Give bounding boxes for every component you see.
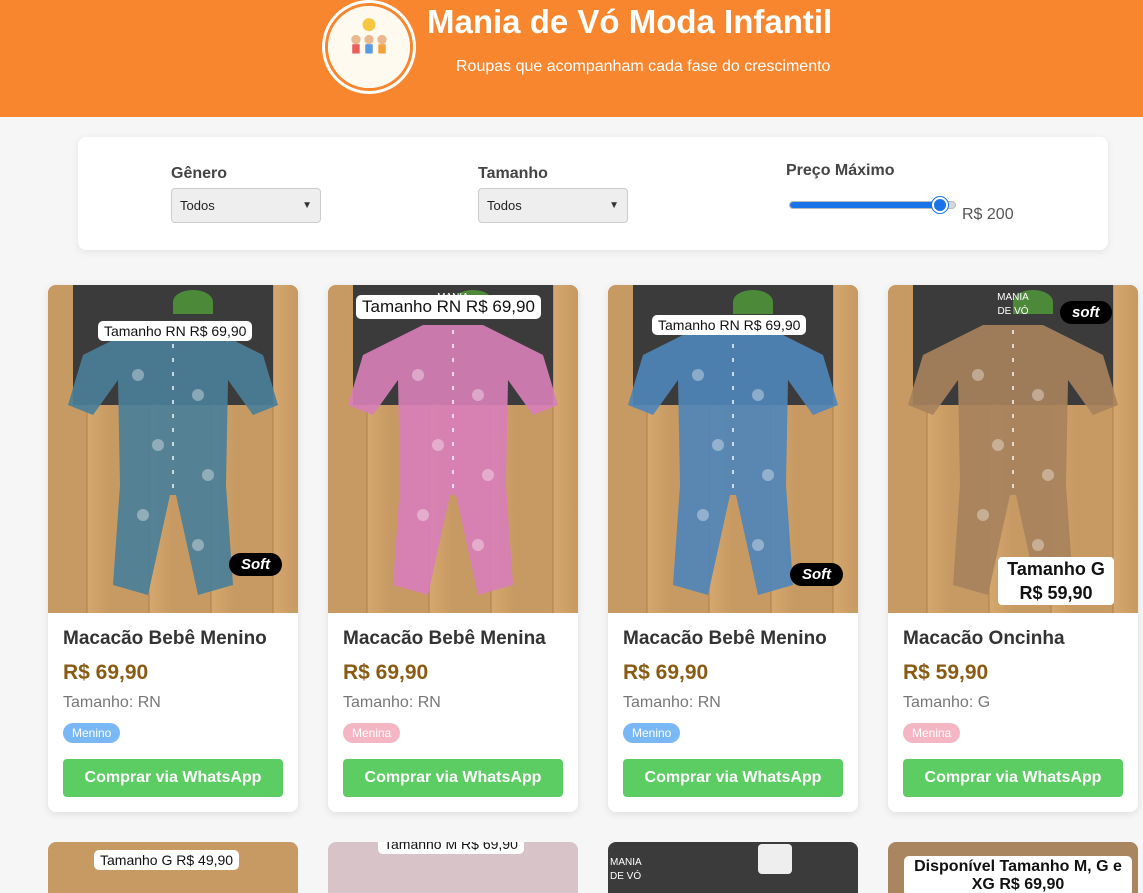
gender-select[interactable]: Todos ▼ xyxy=(171,188,321,223)
photo-soft-tag: Soft xyxy=(790,563,844,586)
size-filter-label: Tamanho xyxy=(478,165,548,182)
photo-soft-tag: Soft xyxy=(229,553,283,576)
site-subtitle: Roupas que acompanham cada fase do cresc… xyxy=(456,58,831,75)
product-image[interactable]: MANIA VÓTamanho RN R$ 69,90 xyxy=(328,285,578,613)
filters-panel: Gênero Todos ▼ Tamanho Todos ▼ Preço Máx… xyxy=(78,137,1108,250)
product-title: Macacão Bebê Menino xyxy=(63,628,267,649)
whatsapp-buy-button[interactable]: Comprar via WhatsApp xyxy=(63,759,283,797)
chevron-down-icon: ▼ xyxy=(609,200,619,211)
site-title: Mania de Vó Moda Infantil xyxy=(427,3,833,40)
price-range-fill xyxy=(790,202,941,208)
product-size: Tamanho: RN xyxy=(343,694,441,711)
mug-icon xyxy=(758,844,792,874)
product-card[interactable]: Tamanho M R$ 69,90 xyxy=(328,842,578,893)
site-header: Mania de Vó Moda Infantil Roupas que aco… xyxy=(0,0,1143,117)
gender-badge: Menina xyxy=(903,723,961,743)
gender-badge: Menina xyxy=(343,723,401,743)
gender-badge: Menino xyxy=(623,723,681,743)
brand-logo[interactable] xyxy=(325,3,413,91)
photo-brand-text: MANIA DE VÓ xyxy=(997,292,1029,317)
photo-price-tag: Tamanho M R$ 69,90 xyxy=(378,842,524,854)
product-card[interactable]: MANIA DE VÓ soft Tamanho G R$ 59,90 Macac… xyxy=(888,285,1138,812)
product-price: R$ 69,90 xyxy=(63,661,149,684)
size-select[interactable]: Todos ▼ xyxy=(478,188,628,223)
photo-soft-tag: soft xyxy=(1060,301,1112,324)
product-price: R$ 69,90 xyxy=(623,661,709,684)
photo-price-tag: Tamanho G R$ 49,90 xyxy=(94,850,240,870)
photo-price-tag: Tamanho RN R$ 69,90 xyxy=(652,315,807,335)
product-card[interactable]: MANIA DE VÓ xyxy=(608,842,858,893)
gender-select-value: Todos xyxy=(180,198,215,213)
product-card[interactable]: Tamanho RN R$ 69,90 Soft Macacão Bebê Men… xyxy=(48,285,298,812)
product-price: R$ 69,90 xyxy=(343,661,429,684)
photo-price-tag: Tamanho RN R$ 69,90 xyxy=(356,295,541,319)
product-image[interactable]: Tamanho RN R$ 69,90 Soft xyxy=(608,285,858,613)
product-title: Macacão Bebê Menina xyxy=(343,628,546,649)
product-size: Tamanho: RN xyxy=(63,694,161,711)
gender-badge: Menino xyxy=(63,723,121,743)
size-select-value: Todos xyxy=(487,198,522,213)
product-size: Tamanho: RN xyxy=(623,694,721,711)
product-image[interactable]: Tamanho RN R$ 69,90 Soft xyxy=(48,285,298,613)
garment-illustration xyxy=(348,325,558,595)
product-image[interactable]: MANIA DE VÓ soft Tamanho G R$ 59,90 xyxy=(888,285,1138,613)
photo-size-tag: Tamanho G R$ 59,90 xyxy=(998,557,1114,605)
price-range-value: R$ 200 xyxy=(962,206,1014,223)
price-range-thumb[interactable] xyxy=(932,197,949,213)
photo-price-tag: Disponível Tamanho M, G e XG R$ 69,90 xyxy=(904,856,1132,893)
product-title: Macacão Oncinha xyxy=(903,628,1065,649)
product-price: R$ 59,90 xyxy=(903,661,989,684)
whatsapp-buy-button[interactable]: Comprar via WhatsApp xyxy=(903,759,1123,797)
product-size: Tamanho: G xyxy=(903,694,991,711)
gender-filter-label: Gênero xyxy=(171,165,228,182)
photo-price-tag: Tamanho RN R$ 69,90 xyxy=(98,321,253,341)
whatsapp-buy-button[interactable]: Comprar via WhatsApp xyxy=(623,759,843,797)
product-card[interactable]: Tamanho RN R$ 69,90 Soft Macacão Bebê Men… xyxy=(608,285,858,812)
chevron-down-icon: ▼ xyxy=(302,200,312,211)
price-range-slider[interactable] xyxy=(789,197,956,213)
price-filter-label: Preço Máximo xyxy=(786,162,895,179)
product-card[interactable]: Tamanho G R$ 49,90 xyxy=(48,842,298,893)
whatsapp-buy-button[interactable]: Comprar via WhatsApp xyxy=(343,759,563,797)
product-card[interactable]: Disponível Tamanho M, G e XG R$ 69,90 xyxy=(888,842,1138,893)
product-title: Macacão Bebê Menino xyxy=(623,628,827,649)
product-card[interactable]: MANIA VÓTamanho RN R$ 69,90 Macacão Bebê… xyxy=(328,285,578,812)
photo-brand-text: MANIA DE VÓ xyxy=(610,857,642,882)
